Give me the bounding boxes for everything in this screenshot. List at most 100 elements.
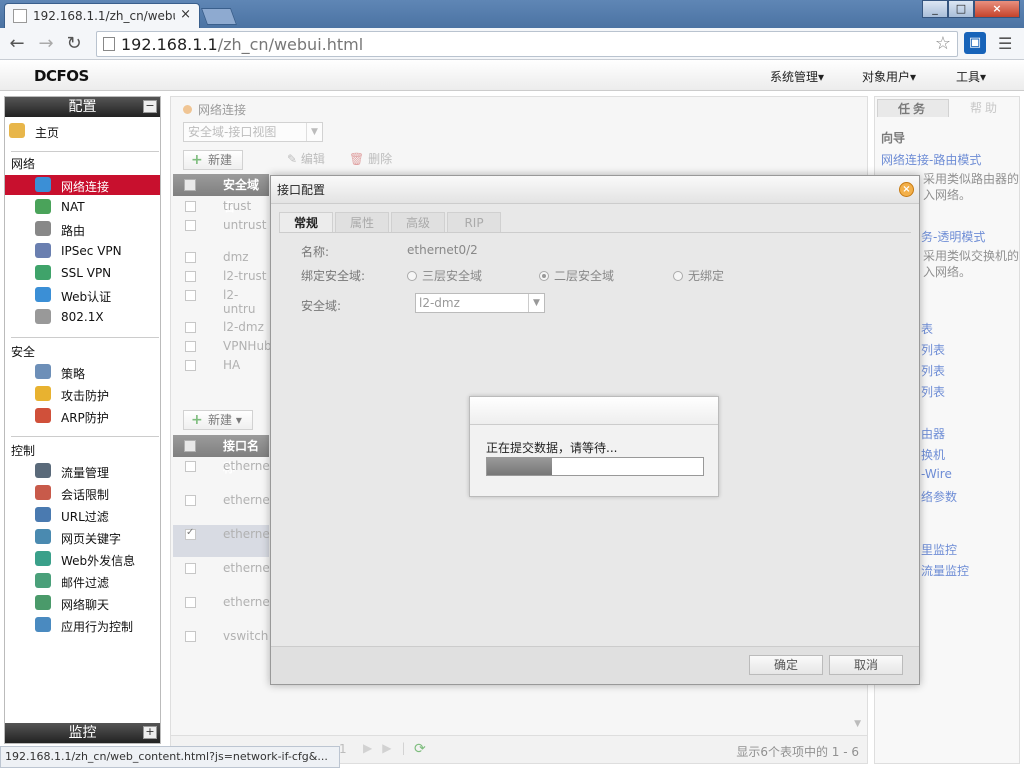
sidebar-item-label: 会话限制 [61,488,110,502]
zone-label: 安全域: [301,299,342,313]
reload-icon[interactable]: ↻ [63,33,85,55]
tab-general[interactable]: 常规 [279,212,333,232]
ok-button[interactable]: 确定 [749,655,823,675]
close-window-button[interactable]: × [974,0,1020,18]
sidebar-item-label: NAT [61,200,85,214]
progress-message: 正在提交数据，请等待... [486,441,618,455]
zone-select[interactable]: l2-dmz ▼ [415,293,545,313]
collapse-icon[interactable]: − [143,100,157,113]
mail-icon [35,573,51,588]
cancel-button[interactable]: 取消 [829,655,903,675]
chevron-down-icon: ▼ [528,294,544,312]
sidebar-item-session-limit[interactable]: 会话限制 [5,483,160,503]
progress-popup: 正在提交数据，请等待... [469,396,719,497]
sidebar-item-route[interactable]: 路由 [5,219,160,239]
radio-l2-label: 二层安全域 [554,269,615,283]
browser-tab[interactable]: 192.168.1.1/zh_cn/webu × [4,3,200,28]
arp-icon [35,408,51,423]
ssl-icon [35,265,51,280]
globe-icon [35,177,51,192]
new-tab-button[interactable] [200,8,238,25]
web-auth-icon [35,287,51,302]
bookmark-star-icon[interactable]: ☆ [935,33,951,54]
browser-menu-icon[interactable]: ☰ [998,34,1012,53]
page-icon [13,9,27,23]
sidebar-item-app-control[interactable]: 应用行为控制 [5,615,160,635]
menu-tools[interactable]: 工具▾ [956,68,986,85]
radio-l2-zone[interactable]: 二层安全域 [539,267,614,284]
sidebar-item-web-auth[interactable]: Web认证 [5,285,160,305]
sidebar-item-home[interactable]: 主页 [5,121,160,141]
sidebar-item-attack-defense[interactable]: 攻击防护 [5,384,160,404]
radio-circle [407,271,417,281]
sidebar-item-traffic[interactable]: 流量管理 [5,461,160,481]
8021x-icon [35,309,51,324]
section-control: 控制 [11,444,36,458]
close-icon[interactable]: × [899,182,914,197]
tab-rip[interactable]: RIP [447,212,501,232]
web-outbound-icon [35,551,51,566]
config-panel-header: 配置 − [5,97,160,117]
close-tab-icon[interactable]: × [180,7,191,22]
radio-no-binding[interactable]: 无绑定 [673,267,724,284]
session-icon [35,485,51,500]
traffic-icon [35,463,51,478]
tab-title: 192.168.1.1/zh_cn/webu [33,9,175,23]
address-bar[interactable]: 192.168.1.1/zh_cn/webui.html ☆ [96,31,958,57]
sidebar-item-keyword[interactable]: 网页关键字 [5,527,160,547]
sidebar-item-nat[interactable]: NAT [5,197,160,217]
sidebar-item-network-connection[interactable]: 网络连接 [5,175,160,195]
sidebar-item-chat[interactable]: 网络聊天 [5,593,160,613]
config-panel-title: 配置 [68,99,97,115]
sidebar-item-mail-filter[interactable]: 邮件过滤 [5,571,160,591]
window-controls: _ □ × [922,0,1020,20]
route-icon [35,221,51,236]
sidebar-item-label: 邮件过滤 [61,576,110,590]
tab-properties[interactable]: 属性 [335,212,389,232]
policy-icon [35,364,51,379]
browser-toolbar: ← → ↻ 192.168.1.1/zh_cn/webui.html ☆ ▣ ☰ [0,28,1024,60]
sidebar-item-label: 主页 [35,126,60,140]
sidebar-item-label: 路由 [61,224,86,238]
sidebar-item-label: 网络连接 [61,180,110,194]
sidebar-item-ipsec-vpn[interactable]: IPSec VPN [5,241,160,261]
expand-icon[interactable]: + [143,726,157,739]
sidebar-item-policy[interactable]: 策略 [5,362,160,382]
dialog-title: 接口配置 [271,176,919,204]
sidebar: 配置 − 主页 网络 网络连接 NAT 路由 IPSec VPN SSL VPN… [4,96,161,744]
url-path: /zh_cn/webui.html [217,35,364,54]
nat-icon [35,199,51,214]
home-icon [9,123,25,138]
section-network: 网络 [11,157,36,171]
sidebar-item-label: 网络聊天 [61,598,110,612]
monitor-panel-header[interactable]: 监控 + [5,723,160,743]
sidebar-item-label: 应用行为控制 [61,620,134,634]
section-security: 安全 [11,345,36,359]
radio-l3-zone[interactable]: 三层安全域 [407,267,482,284]
maximize-button[interactable]: □ [948,0,974,18]
logo: DCFOS [34,67,89,85]
sidebar-item-ssl-vpn[interactable]: SSL VPN [5,263,160,283]
sidebar-item-label: 流量管理 [61,466,110,480]
sidebar-item-label: 802.1X [61,310,104,324]
back-icon[interactable]: ← [6,33,28,55]
sidebar-item-label: 策略 [61,367,86,381]
sidebar-item-arp-defense[interactable]: ARP防护 [5,406,160,426]
sidebar-item-8021x[interactable]: 802.1X [5,307,160,327]
page-icon [103,37,115,51]
extension-icon[interactable]: ▣ [964,32,986,54]
sidebar-item-url-filter[interactable]: URL过滤 [5,505,160,525]
sidebar-item-label: SSL VPN [61,266,112,280]
radio-l3-label: 三层安全域 [422,269,483,283]
monitor-panel-title: 监控 [68,725,97,741]
radio-circle [673,271,683,281]
radio-none-label: 无绑定 [688,269,725,283]
status-url: 192.168.1.1/zh_cn/web_content.html?js=ne… [0,746,340,768]
menu-system[interactable]: 系统管理▾ [770,68,824,85]
tab-advanced[interactable]: 高级 [391,212,445,232]
menu-objects[interactable]: 对象用户▾ [862,68,916,85]
forward-icon[interactable]: → [35,33,57,55]
minimize-button[interactable]: _ [922,0,948,18]
sidebar-item-web-outbound[interactable]: Web外发信息 [5,549,160,569]
divider [11,436,159,437]
